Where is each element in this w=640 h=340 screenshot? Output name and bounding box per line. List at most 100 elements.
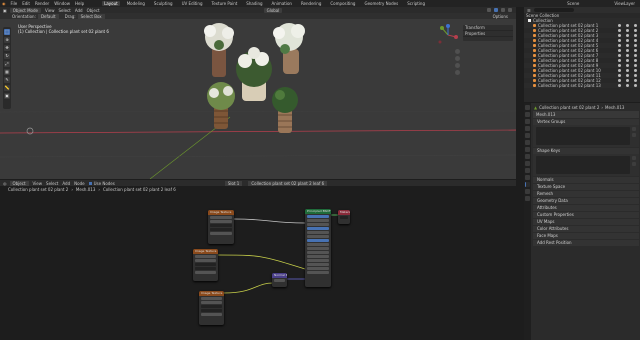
view-layer-selector[interactable]: ViewLayer: [614, 1, 635, 6]
shader-mode-selector[interactable]: Object: [9, 180, 29, 186]
filter-icon[interactable]: ☰: [527, 8, 531, 13]
camera-icon[interactable]: [634, 44, 637, 47]
image-texture-node-3[interactable]: Image Texture: [199, 291, 224, 325]
camera-icon[interactable]: [634, 74, 637, 77]
menu-render[interactable]: Render: [35, 1, 49, 6]
camera-icon[interactable]: [634, 24, 637, 27]
physics-tab-icon[interactable]: [525, 168, 530, 173]
remove-vertex-group-button[interactable]: [632, 133, 636, 137]
checkbox-icon[interactable]: [618, 64, 621, 67]
shape-keys-list[interactable]: [533, 154, 639, 176]
camera-icon[interactable]: [634, 64, 637, 67]
eye-icon[interactable]: [626, 49, 629, 52]
view-layer-tab-icon[interactable]: [525, 126, 530, 131]
annotate-tool-icon[interactable]: ✎: [4, 77, 10, 83]
camera-icon[interactable]: [634, 29, 637, 32]
checkbox-icon[interactable]: [618, 69, 621, 72]
vertex-groups-list[interactable]: [533, 125, 639, 147]
texture-tab-icon[interactable]: [525, 196, 530, 201]
material-output-node[interactable]: Material Output: [338, 210, 350, 224]
menu-window[interactable]: Window: [54, 1, 70, 6]
checkbox-icon[interactable]: [618, 74, 621, 77]
remove-shape-key-button[interactable]: [632, 162, 636, 166]
transform-tool-icon[interactable]: ▦: [4, 69, 10, 75]
checkbox-icon[interactable]: [618, 34, 621, 37]
scene-tab-icon[interactable]: [525, 133, 530, 138]
object-tab-icon[interactable]: [525, 147, 530, 152]
eye-icon[interactable]: [626, 64, 629, 67]
checkbox-icon[interactable]: [618, 79, 621, 82]
camera-icon[interactable]: [634, 84, 637, 87]
collapsed-panel[interactable]: Normals: [533, 177, 639, 183]
menu-select[interactable]: Select: [46, 181, 58, 186]
workspace-tab-shading[interactable]: Shading: [244, 1, 264, 6]
constraints-tab-icon[interactable]: [525, 175, 530, 180]
measure-tool-icon[interactable]: 📏: [4, 85, 10, 91]
image-texture-node-2[interactable]: Image Texture: [193, 249, 218, 281]
eye-icon[interactable]: [626, 54, 629, 57]
shader-node-canvas[interactable]: Image Texture Image Texture Image Textur…: [0, 193, 516, 340]
collapsed-panel[interactable]: UV Maps: [533, 219, 639, 225]
eye-icon[interactable]: [626, 39, 629, 42]
modifier-tab-icon[interactable]: [525, 154, 530, 159]
workspace-tab-texture-paint[interactable]: Texture Paint: [209, 1, 239, 6]
move-tool-icon[interactable]: ✥: [4, 45, 10, 51]
collapsed-panel[interactable]: Geometry Data: [533, 198, 639, 204]
checkbox-icon[interactable]: [618, 24, 621, 27]
blender-logo-icon[interactable]: ◉: [2, 1, 6, 6]
pan-hand-icon[interactable]: [455, 56, 460, 61]
eye-icon[interactable]: [626, 29, 629, 32]
add-shape-key-button[interactable]: [632, 156, 636, 160]
workspace-tab-animation[interactable]: Animation: [270, 1, 294, 6]
principled-bsdf-node[interactable]: Principled BSDF: [305, 209, 331, 287]
cursor-tool-icon[interactable]: ⊕: [4, 37, 10, 43]
collapsed-panel[interactable]: Attributes: [533, 205, 639, 211]
grid-ortho-icon[interactable]: [455, 70, 460, 75]
outliner-search-input[interactable]: [533, 8, 574, 12]
camera-icon[interactable]: [634, 69, 637, 72]
eye-icon[interactable]: [626, 69, 629, 72]
checkbox-icon[interactable]: [618, 49, 621, 52]
workspace-tab-compositing[interactable]: Compositing: [328, 1, 357, 6]
world-tab-icon[interactable]: [525, 140, 530, 145]
menu-view[interactable]: View: [33, 181, 43, 186]
eye-icon[interactable]: [626, 44, 629, 47]
scene-selector[interactable]: Scene: [567, 1, 579, 6]
use-nodes-checkbox[interactable]: [88, 181, 92, 185]
material-tab-icon[interactable]: [525, 189, 530, 194]
normal-map-node[interactable]: Normal Map: [272, 273, 287, 287]
rotate-tool-icon[interactable]: ↻: [4, 53, 10, 59]
collapsed-panel[interactable]: Remesh: [533, 191, 639, 197]
menu-node[interactable]: Node: [74, 181, 84, 186]
checkbox-icon[interactable]: [618, 59, 621, 62]
camera-icon[interactable]: [634, 39, 637, 42]
eye-icon[interactable]: [626, 34, 629, 37]
checkbox-icon[interactable]: [618, 29, 621, 32]
navigation-gizmo[interactable]: [436, 23, 460, 47]
image-texture-node-1[interactable]: Image Texture: [208, 210, 234, 244]
eye-icon[interactable]: [626, 59, 629, 62]
camera-icon[interactable]: [634, 54, 637, 57]
add-cube-tool-icon[interactable]: ▣: [4, 93, 10, 99]
mesh-datablock-field[interactable]: Mesh.013: [533, 111, 639, 118]
menu-file[interactable]: File: [11, 1, 18, 6]
checkbox-icon[interactable]: [618, 54, 621, 57]
collapsed-panel[interactable]: Custom Properties: [533, 212, 639, 218]
checkbox-icon[interactable]: [618, 44, 621, 47]
checkbox-icon[interactable]: [618, 84, 621, 87]
menu-add[interactable]: Add: [62, 181, 70, 186]
menu-help[interactable]: Help: [75, 1, 84, 6]
menu-edit[interactable]: Edit: [22, 1, 30, 6]
zoom-icon[interactable]: [455, 49, 460, 54]
workspace-tab-uv-editing[interactable]: UV Editing: [180, 1, 205, 6]
slot-selector[interactable]: Slot 1: [224, 180, 243, 186]
npanel-item-properties[interactable]: Properties: [463, 31, 513, 37]
workspace-tab-modeling[interactable]: Modeling: [125, 1, 147, 6]
select-box-tool-icon[interactable]: ⬚: [4, 29, 10, 35]
add-vertex-group-button[interactable]: [632, 127, 636, 131]
mesh-data-tab-icon[interactable]: [525, 182, 530, 187]
outliner-row[interactable]: Collection plant set 02 plant 13: [524, 83, 640, 88]
tool-tab-icon[interactable]: [525, 105, 530, 110]
checkbox-icon[interactable]: [618, 39, 621, 42]
eye-icon[interactable]: [626, 74, 629, 77]
